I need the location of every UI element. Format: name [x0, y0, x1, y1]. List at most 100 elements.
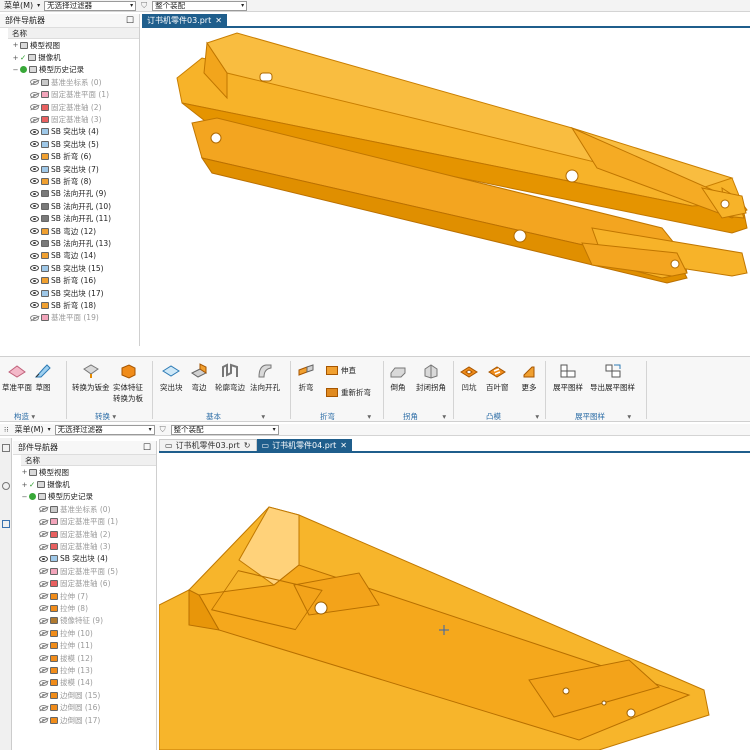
expand-icon[interactable]: + [12, 54, 19, 62]
visibility-eye-icon[interactable] [30, 265, 39, 272]
chevron-down-icon[interactable]: ▾ [31, 412, 35, 421]
tree-item[interactable]: 拔模 (14) [21, 677, 156, 689]
maximize-icon[interactable]: ☐ [143, 443, 151, 453]
visibility-eye-icon[interactable] [30, 290, 39, 296]
visibility-eye-icon[interactable] [39, 667, 48, 674]
visibility-eye-icon[interactable] [30, 141, 39, 148]
visibility-eye-icon[interactable] [39, 518, 48, 525]
visibility-eye-icon[interactable] [30, 203, 39, 210]
top-menu-button[interactable]: 菜单(M) [0, 0, 37, 11]
tree-item[interactable]: + ✓ 摄像机 [12, 51, 139, 63]
export-flat-pattern-button[interactable]: 导出展平图样 [590, 363, 635, 393]
bottom-assembly-scope[interactable]: 整个装配 ▾ [170, 424, 279, 435]
visibility-eye-icon[interactable] [39, 679, 48, 686]
visibility-eye-icon[interactable] [39, 617, 48, 624]
expand-icon[interactable]: + [21, 468, 28, 476]
tree-item[interactable]: 拉伸 (13) [21, 664, 156, 676]
unbend-button[interactable]: 伸直 [326, 365, 356, 376]
visibility-eye-icon[interactable] [30, 190, 39, 197]
visibility-eye-icon[interactable] [30, 228, 39, 235]
tree-item[interactable]: SB 法向开孔 (10) [12, 200, 139, 212]
visibility-eye-icon[interactable] [39, 580, 48, 587]
tree-item[interactable]: 拔模 (12) [21, 652, 156, 664]
visibility-eye-icon[interactable] [30, 128, 39, 135]
visibility-eye-icon[interactable] [39, 555, 48, 562]
rebend-button[interactable]: 重新折弯 [326, 387, 371, 398]
visibility-eye-icon[interactable] [39, 704, 48, 711]
visibility-eye-icon[interactable] [30, 178, 39, 185]
visibility-eye-icon[interactable] [30, 302, 39, 309]
tree-item[interactable]: 拉伸 (8) [21, 602, 156, 614]
history-icon[interactable] [2, 482, 10, 490]
roles-icon[interactable] [2, 520, 10, 528]
visibility-eye-icon[interactable] [30, 79, 39, 86]
maximize-icon[interactable]: ☐ [126, 16, 134, 26]
dimple-button[interactable]: 凹坑 [460, 363, 478, 393]
tree-item[interactable]: SB 折弯 (8) [12, 175, 139, 187]
sketch-button[interactable]: 草图 [34, 363, 52, 393]
top-assembly-scope[interactable]: 整个装配 ▾ [152, 0, 248, 11]
tree-item[interactable]: SB 弯边 (14) [12, 250, 139, 262]
check-icon[interactable]: ✓ [29, 480, 35, 489]
tree-item[interactable]: SB 突出块 (7) [12, 163, 139, 175]
tree-item[interactable]: 基准坐标系 (0) [21, 503, 156, 515]
column-header-name[interactable]: 名称 [21, 455, 156, 466]
visibility-eye-icon[interactable] [39, 543, 48, 550]
visibility-eye-icon[interactable] [39, 717, 48, 723]
visibility-eye-icon[interactable] [39, 593, 48, 600]
collapse-icon[interactable]: − [12, 66, 19, 74]
close-icon[interactable]: ✕ [340, 441, 347, 450]
tab-feature-button[interactable]: 突出块 [160, 363, 183, 393]
tree-item[interactable]: 固定基准平面 (1) [21, 516, 156, 528]
tree-item[interactable]: 拉伸 (10) [21, 627, 156, 639]
visibility-eye-icon[interactable] [39, 568, 48, 575]
chevron-down-icon[interactable]: ▾ [48, 426, 51, 433]
tree-item[interactable]: 固定基准平面 (1) [12, 89, 139, 101]
visibility-eye-icon[interactable] [39, 630, 48, 637]
top-3d-viewport[interactable] [142, 28, 750, 348]
visibility-eye-icon[interactable] [39, 642, 48, 649]
flat-pattern-button[interactable]: 展平图样 [553, 363, 583, 393]
visibility-eye-icon[interactable] [39, 692, 48, 699]
tree-item[interactable]: SB 法向开孔 (13) [12, 237, 139, 249]
chevron-down-icon[interactable]: ▾ [261, 412, 265, 421]
tree-item[interactable]: SB 突出块 (4) [12, 126, 139, 138]
tree-item[interactable]: SB 折弯 (6) [12, 151, 139, 163]
tree-item[interactable]: − 模型历史记录 [12, 64, 139, 76]
closed-corner-button[interactable]: 封闭拐角 [416, 363, 446, 393]
normal-cutout-button[interactable]: 法向开孔 [250, 363, 280, 393]
tree-item[interactable]: 拉伸 (7) [21, 590, 156, 602]
tab-part04[interactable]: ▭ 订书机零件04.prt ✕ [256, 439, 352, 451]
tree-item[interactable]: 固定基准轴 (6) [21, 578, 156, 590]
chevron-down-icon[interactable]: ▾ [367, 412, 371, 421]
tree-item[interactable]: + 模型视图 [12, 39, 139, 51]
expand-icon[interactable]: + [21, 481, 28, 489]
visibility-eye-icon[interactable] [30, 215, 39, 222]
bend-button[interactable]: 折弯 [297, 363, 315, 393]
visibility-eye-icon[interactable] [30, 166, 39, 173]
tree-item[interactable]: SB 突出块 (4) [21, 553, 156, 565]
tree-item[interactable]: SB 折弯 (18) [12, 299, 139, 311]
visibility-eye-icon[interactable] [30, 277, 39, 284]
sketch-plane-button[interactable]: 草准平面 [2, 363, 32, 393]
chevron-down-icon[interactable]: ▾ [627, 412, 631, 421]
solid-feature-to-sheet-button[interactable]: 实体特征 转换为板 [113, 363, 143, 404]
chamfer-button[interactable]: 倒角 [389, 363, 407, 393]
tab-part03[interactable]: 订书机零件03.prt ✕ [142, 14, 227, 26]
visibility-eye-icon[interactable] [30, 153, 39, 160]
expand-icon[interactable]: + [12, 41, 19, 49]
tree-item[interactable]: SB 折弯 (16) [12, 274, 139, 286]
louver-button[interactable]: 百叶窗 [486, 363, 509, 393]
tree-item[interactable]: − 模型历史记录 [21, 491, 156, 503]
tree-item[interactable]: 固定基准轴 (3) [21, 540, 156, 552]
navigator-icon[interactable] [2, 444, 10, 452]
top-selection-filter[interactable]: 无选择过滤器 ▾ [44, 0, 137, 11]
tree-item[interactable]: SB 突出块 (17) [12, 287, 139, 299]
tree-item[interactable]: 固定基准平面 (5) [21, 565, 156, 577]
tree-item[interactable]: + ✓ 摄像机 [21, 478, 156, 490]
chevron-down-icon[interactable]: ▾ [37, 2, 40, 9]
filter-icon[interactable]: ⛉ [141, 1, 147, 11]
menu-grid-icon[interactable]: ⁝⁝ [4, 426, 8, 434]
visibility-eye-icon[interactable] [39, 531, 48, 538]
tree-item[interactable]: SB 法向开孔 (11) [12, 212, 139, 224]
